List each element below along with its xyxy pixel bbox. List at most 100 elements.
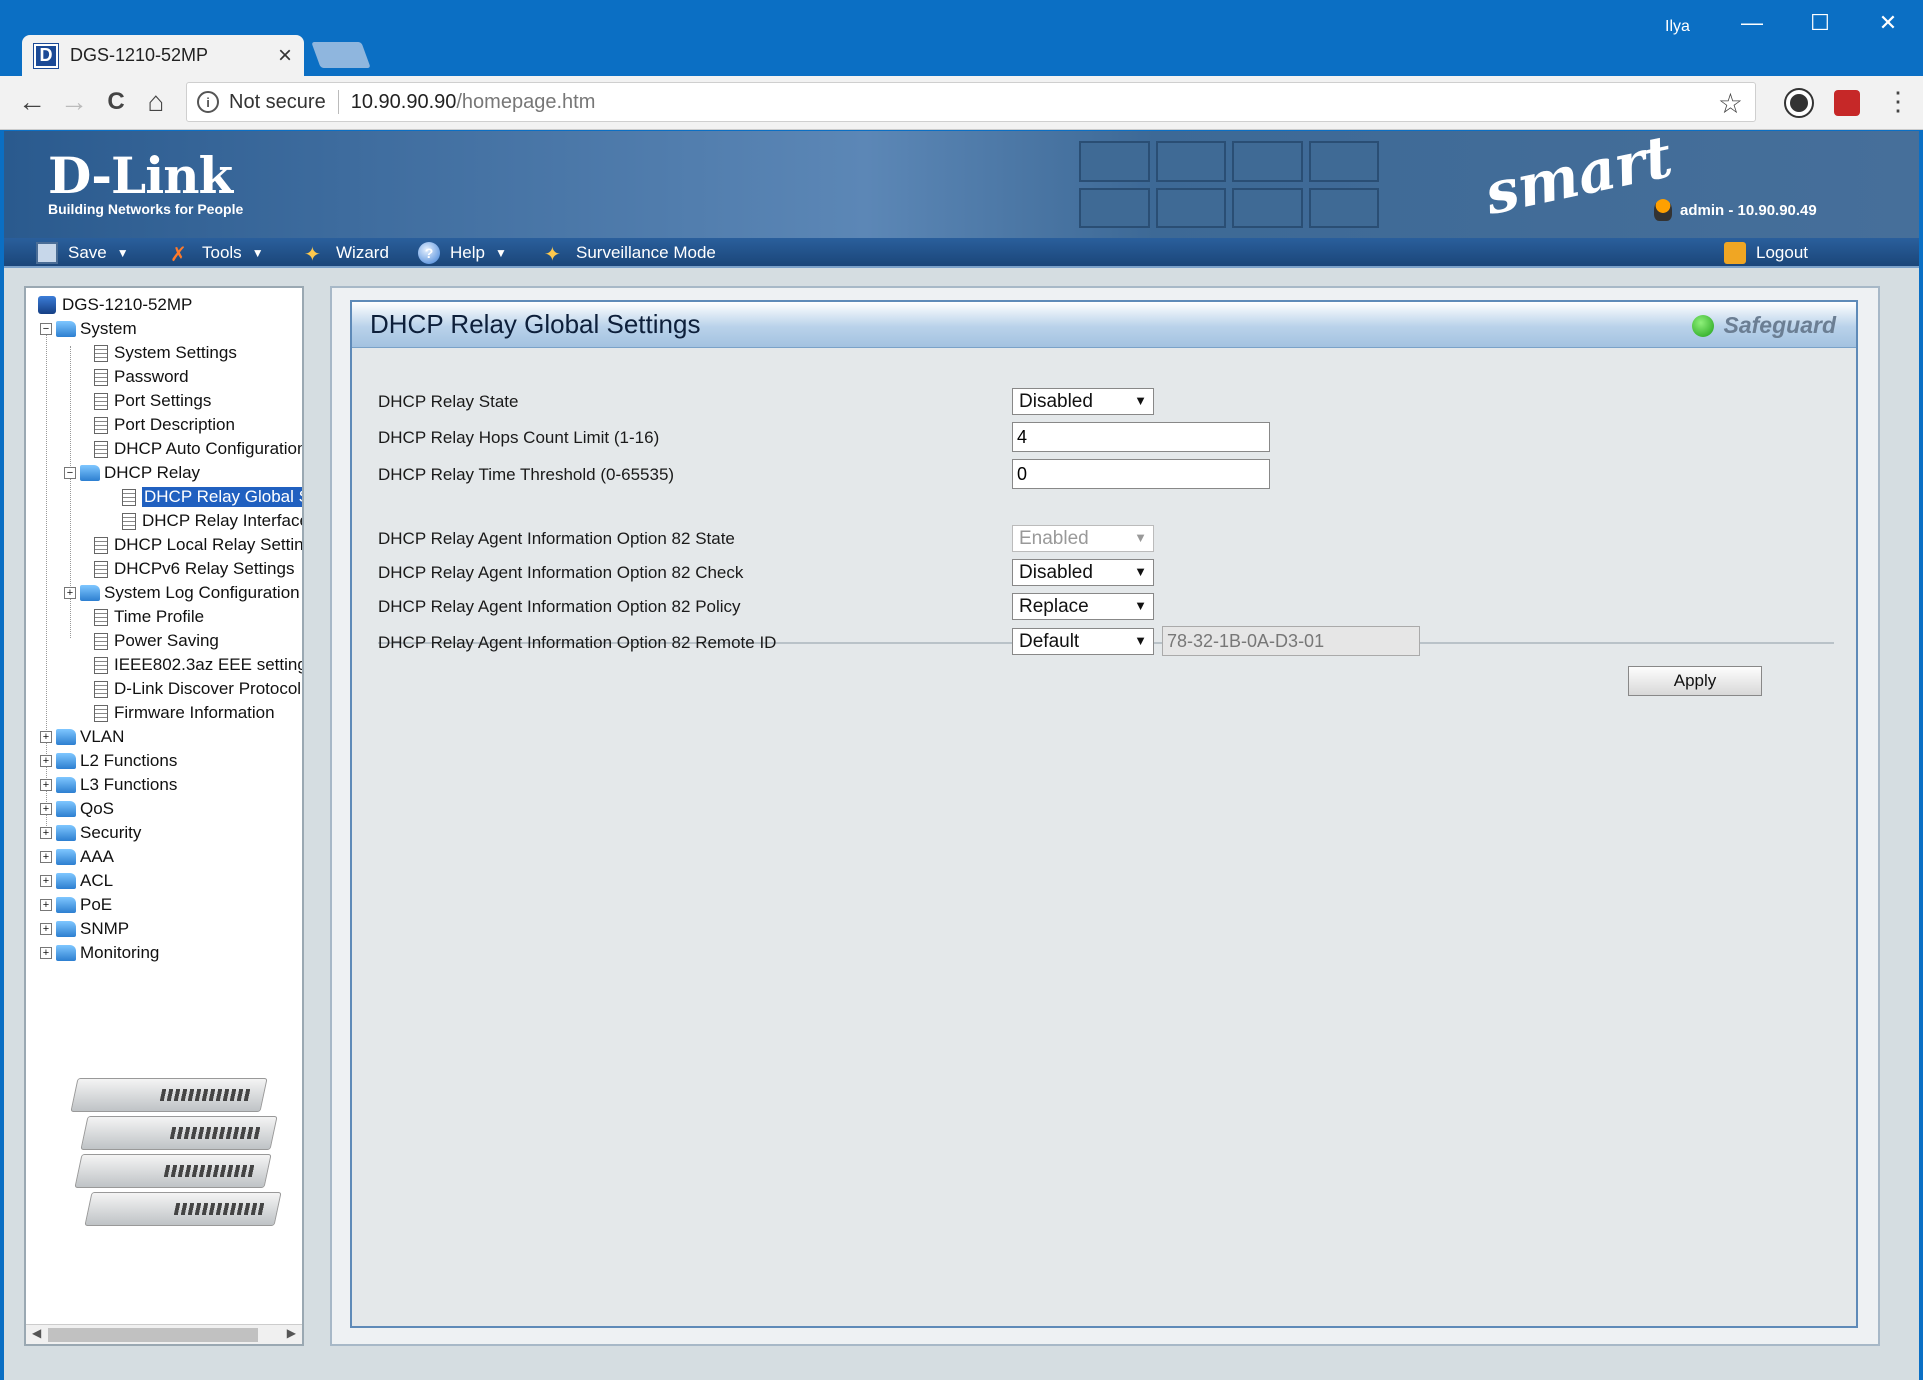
- time-threshold-input[interactable]: 0: [1012, 459, 1270, 489]
- scrollbar-thumb[interactable]: [48, 1328, 258, 1342]
- expand-icon[interactable]: +: [40, 899, 52, 911]
- tab-close-icon[interactable]: ×: [278, 42, 292, 70]
- tree-item-system-settings[interactable]: System Settings: [94, 342, 237, 364]
- tree-folder-poe[interactable]: + PoE: [40, 894, 112, 916]
- tree-folder-qos[interactable]: + QoS: [40, 798, 114, 820]
- menu-tools[interactable]: ✗ Tools ▼: [170, 238, 264, 268]
- dropdown-arrow-icon: ▼: [1134, 633, 1147, 648]
- dropdown-arrow-icon: ▼: [1134, 564, 1147, 579]
- expand-icon[interactable]: +: [40, 803, 52, 815]
- forward-button[interactable]: →: [56, 86, 92, 118]
- navigation-tree: DGS-1210-52MP − System System Settings P…: [24, 286, 304, 1346]
- tree-item-label: Power Saving: [114, 631, 219, 650]
- menu-wizard-label: Wizard: [336, 243, 389, 262]
- tree-item-label: DHCP Auto Configuration: [114, 439, 304, 458]
- maximize-button[interactable]: ☐: [1800, 10, 1840, 36]
- tree-item-port-description[interactable]: Port Description: [94, 414, 235, 436]
- expand-icon[interactable]: +: [40, 875, 52, 887]
- tree-item-port-settings[interactable]: Port Settings: [94, 390, 211, 412]
- collapse-icon[interactable]: −: [40, 323, 52, 335]
- tree-item-label: IEEE802.3az EEE settings: [114, 655, 304, 674]
- menu-save-label: Save: [68, 243, 107, 262]
- menu-logout-label: Logout: [1756, 243, 1808, 262]
- relay-state-select[interactable]: Disabled ▼: [1012, 388, 1154, 415]
- tree-item-dhcpv6-relay-settings[interactable]: DHCPv6 Relay Settings: [94, 558, 294, 580]
- tree-root[interactable]: DGS-1210-52MP: [38, 294, 192, 316]
- tree-folder-label: System Log Configuration: [104, 583, 300, 602]
- expand-icon[interactable]: +: [64, 587, 76, 599]
- scroll-left-icon[interactable]: ◀: [32, 1326, 41, 1340]
- tree-item-label: Password: [114, 367, 189, 386]
- surveillance-wand-icon: ✦: [544, 244, 561, 266]
- tree-folder-vlan[interactable]: + VLAN: [40, 726, 124, 748]
- expand-icon[interactable]: +: [40, 851, 52, 863]
- tree-item-dhcp-relay-global-setting[interactable]: DHCP Relay Global Setting: [122, 486, 302, 508]
- minimize-button[interactable]: —: [1732, 10, 1772, 36]
- opt82-remote-id-mac: 78-32-1B-0A-D3-01: [1167, 630, 1325, 651]
- back-button[interactable]: ←: [14, 86, 50, 118]
- tree-folder-monitoring[interactable]: + Monitoring: [40, 942, 159, 964]
- tree-folder-acl[interactable]: + ACL: [40, 870, 113, 892]
- info-icon[interactable]: i: [197, 91, 219, 113]
- apply-button[interactable]: Apply: [1628, 666, 1762, 696]
- opt82-state-select: Enabled ▼: [1012, 525, 1154, 552]
- browser-tab[interactable]: D DGS-1210-52MP ×: [22, 35, 304, 76]
- expand-icon[interactable]: +: [40, 731, 52, 743]
- scroll-right-icon[interactable]: ▶: [287, 1326, 296, 1340]
- tree-folder-security[interactable]: + Security: [40, 822, 141, 844]
- tree-folder-system-log[interactable]: + System Log Configuration: [64, 582, 300, 604]
- tree-item-dhcp-auto-configuration[interactable]: DHCP Auto Configuration: [94, 438, 304, 460]
- extension-ghostery-icon[interactable]: [1784, 88, 1814, 118]
- expand-icon[interactable]: +: [40, 779, 52, 791]
- tree-folder-snmp[interactable]: + SNMP: [40, 918, 129, 940]
- tree-folder-aaa[interactable]: + AAA: [40, 846, 114, 868]
- opt82-check-select[interactable]: Disabled ▼: [1012, 559, 1154, 586]
- collapse-icon[interactable]: −: [64, 467, 76, 479]
- document-icon: [94, 392, 108, 410]
- menu-surveillance[interactable]: ✦ Surveillance Mode: [544, 238, 716, 268]
- close-window-button[interactable]: ✕: [1868, 10, 1908, 36]
- document-icon: [94, 656, 108, 674]
- floppy-disk-icon: [36, 242, 58, 264]
- browser-menu-icon[interactable]: ⋮: [1880, 86, 1916, 117]
- tree-item-label: DHCP Local Relay Settings: [114, 535, 304, 554]
- home-button[interactable]: ⌂: [138, 86, 174, 118]
- expand-icon[interactable]: +: [40, 947, 52, 959]
- opt82-remote-id-mac-field: 78-32-1B-0A-D3-01: [1162, 626, 1420, 656]
- opt82-state-label: DHCP Relay Agent Information Option 82 S…: [378, 529, 735, 548]
- tree-item-power-saving[interactable]: Power Saving: [94, 630, 219, 652]
- tree-horizontal-scrollbar[interactable]: ◀ ▶: [26, 1324, 302, 1344]
- safeguard-label: Safeguard: [1723, 312, 1836, 338]
- menu-wizard[interactable]: ✦ Wizard: [304, 238, 389, 268]
- reload-button[interactable]: C: [98, 88, 134, 116]
- tree-item-firmware-information[interactable]: Firmware Information: [94, 702, 275, 724]
- tree-item-dhcp-relay-interface-settings[interactable]: DHCP Relay Interface Setti: [122, 510, 302, 532]
- tree-item-password[interactable]: Password: [94, 366, 189, 388]
- tree-folder-system[interactable]: − System: [40, 318, 137, 340]
- tree-folder-l2-functions[interactable]: + L2 Functions: [40, 750, 177, 772]
- hops-count-input[interactable]: 4: [1012, 422, 1270, 452]
- menu-logout[interactable]: Logout: [1724, 238, 1808, 268]
- extension-lastpass-icon[interactable]: [1834, 90, 1860, 116]
- tree-item-time-profile[interactable]: Time Profile: [94, 606, 204, 628]
- admin-info-text: admin - 10.90.90.49: [1680, 201, 1817, 219]
- tree-folder-dhcp-relay[interactable]: − DHCP Relay: [64, 462, 200, 484]
- new-tab-button[interactable]: [311, 42, 371, 68]
- menu-help[interactable]: ? Help ▼: [418, 238, 507, 268]
- menu-save[interactable]: Save ▼: [36, 238, 129, 268]
- tree-folder-l3-functions[interactable]: + L3 Functions: [40, 774, 177, 796]
- dlink-logo: D-Link Building Networks for People: [48, 151, 243, 218]
- expand-icon[interactable]: +: [40, 923, 52, 935]
- tree-item-dhcp-local-relay-settings[interactable]: DHCP Local Relay Settings: [94, 534, 304, 556]
- tree-item-eee-settings[interactable]: IEEE802.3az EEE settings: [94, 654, 304, 676]
- main-content-frame: DHCP Relay Global Settings Safeguard DHC…: [330, 286, 1880, 1346]
- dlink-header: D-Link Building Networks for People smar…: [4, 131, 1919, 238]
- address-bar[interactable]: i Not secure 10.90.90.90 /homepage.htm ☆: [186, 82, 1756, 122]
- expand-icon[interactable]: +: [40, 827, 52, 839]
- tree-item-dlink-discover-protocol[interactable]: D-Link Discover Protocol: [94, 678, 301, 700]
- opt82-policy-select[interactable]: Replace ▼: [1012, 593, 1154, 620]
- help-icon: ?: [418, 242, 440, 264]
- expand-icon[interactable]: +: [40, 755, 52, 767]
- bookmark-star-icon[interactable]: ☆: [1718, 87, 1743, 120]
- opt82-remote-id-select[interactable]: Default ▼: [1012, 628, 1154, 655]
